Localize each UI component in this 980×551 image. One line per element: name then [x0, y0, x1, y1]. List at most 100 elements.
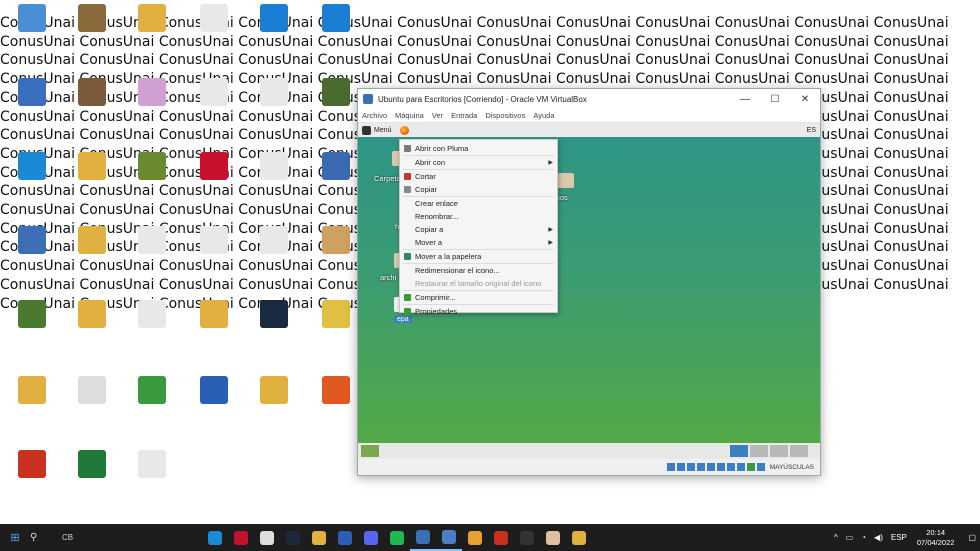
- context-menu-item[interactable]: Renombrar...: [400, 210, 557, 223]
- menu-maquina[interactable]: Máquina: [395, 111, 424, 120]
- desktop-shortcut[interactable]: [244, 300, 304, 356]
- shared-folders-icon[interactable]: [716, 463, 725, 471]
- desktop-shortcut[interactable]: [2, 226, 62, 282]
- spotify-icon[interactable]: [384, 524, 410, 551]
- close-button[interactable]: ✕: [790, 94, 820, 105]
- context-menu-item[interactable]: Propiedades: [400, 305, 557, 318]
- desktop-shortcut[interactable]: [62, 300, 122, 356]
- context-menu-item[interactable]: Crear enlace: [400, 197, 557, 210]
- display-icon[interactable]: [726, 463, 735, 471]
- desktop-shortcut[interactable]: [2, 300, 62, 356]
- workspace-1[interactable]: [730, 445, 748, 457]
- notifications-icon[interactable]: ▢: [968, 533, 976, 542]
- desktop-shortcut[interactable]: [184, 152, 244, 208]
- unity-icon[interactable]: [254, 524, 280, 551]
- desktop-shortcut[interactable]: [122, 450, 182, 506]
- context-menu-item[interactable]: Redimensionar el icono...: [400, 264, 557, 277]
- menu-entrada[interactable]: Entrada: [451, 111, 477, 120]
- desktop-shortcut[interactable]: [2, 4, 62, 60]
- context-menu-item[interactable]: Cortar: [400, 170, 557, 183]
- context-menu-item[interactable]: Mover a ▶: [400, 236, 557, 249]
- hard-disk-icon[interactable]: [666, 463, 675, 471]
- context-menu-item[interactable]: Comprimir...: [400, 291, 557, 304]
- menu-archivo[interactable]: Archivo: [362, 111, 387, 120]
- desktop-shortcut[interactable]: [122, 226, 182, 282]
- start-button[interactable]: ⊞: [0, 524, 30, 551]
- menu-ver[interactable]: Ver: [432, 111, 443, 120]
- mouse-integration-icon[interactable]: [756, 463, 765, 471]
- clock[interactable]: 20:14 07/04/2022: [917, 528, 955, 548]
- desktop-shortcut[interactable]: [244, 4, 304, 60]
- desktop-shortcut[interactable]: [62, 450, 122, 506]
- edge-icon[interactable]: [202, 524, 228, 551]
- usb-icon[interactable]: [706, 463, 715, 471]
- recording-icon[interactable]: [736, 463, 745, 471]
- desktop-shortcut[interactable]: [306, 4, 366, 60]
- network-icon[interactable]: [696, 463, 705, 471]
- desktop-shortcut[interactable]: [62, 152, 122, 208]
- desktop-shortcut[interactable]: [244, 78, 304, 134]
- guest-additions-icon[interactable]: [746, 463, 755, 471]
- battery-icon[interactable]: ▭: [846, 533, 854, 542]
- minimize-button[interactable]: —: [730, 94, 760, 105]
- folder-icon[interactable]: [556, 173, 574, 188]
- desktop-shortcut[interactable]: [244, 376, 304, 432]
- desktop-shortcut[interactable]: [122, 300, 182, 356]
- network-icon[interactable]: ◔: [861, 533, 866, 542]
- virtualbox-icon[interactable]: [410, 524, 436, 551]
- guest-icon-label-archi[interactable]: archi: [380, 273, 396, 282]
- window-titlebar[interactable]: Ubuntu para Escritorios [Corriendo] - Or…: [358, 89, 820, 109]
- desktop-shortcut[interactable]: [184, 376, 244, 432]
- opera-icon[interactable]: [228, 524, 254, 551]
- desktop-shortcut[interactable]: [2, 78, 62, 134]
- desktop-shortcut[interactable]: [184, 300, 244, 356]
- desktop-shortcut[interactable]: [62, 376, 122, 432]
- menu-dispositivos[interactable]: Dispositivos: [485, 111, 525, 120]
- steam-icon[interactable]: [280, 524, 306, 551]
- anime-app-icon[interactable]: [540, 524, 566, 551]
- language-indicator[interactable]: ESP: [891, 533, 907, 542]
- search-box-text[interactable]: CB: [62, 533, 202, 542]
- desktop-shortcut[interactable]: [244, 226, 304, 282]
- menu-ayuda[interactable]: Ayuda: [533, 111, 554, 120]
- desktop-shortcut[interactable]: [2, 450, 62, 506]
- tools-icon[interactable]: [566, 524, 592, 551]
- desktop-shortcut[interactable]: [184, 78, 244, 134]
- firefox-icon[interactable]: [399, 125, 409, 135]
- workspace-3[interactable]: [770, 445, 788, 457]
- context-menu-item[interactable]: Mover a la papelera: [400, 250, 557, 263]
- show-hidden-icons-chevron[interactable]: ^: [834, 533, 838, 542]
- file-explorer-icon[interactable]: [306, 524, 332, 551]
- workspace-2[interactable]: [750, 445, 768, 457]
- guest-menu-button[interactable]: Menú: [374, 127, 392, 134]
- desktop-shortcut[interactable]: [122, 4, 182, 60]
- keyboard-layout-indicator[interactable]: ES: [807, 127, 816, 134]
- chrome-icon[interactable]: [462, 524, 488, 551]
- desktop-shortcut[interactable]: [62, 78, 122, 134]
- desktop-shortcut[interactable]: [2, 152, 62, 208]
- game-icon[interactable]: [488, 524, 514, 551]
- optical-drive-icon[interactable]: [676, 463, 685, 471]
- volume-icon[interactable]: ◀): [874, 533, 883, 542]
- context-menu-item[interactable]: Copiar: [400, 183, 557, 196]
- search-icon[interactable]: ⚲: [30, 524, 62, 551]
- workspace-4[interactable]: [790, 445, 808, 457]
- desktop-shortcut[interactable]: [244, 152, 304, 208]
- mate-menu-icon[interactable]: [362, 125, 371, 135]
- epic-games-icon[interactable]: [514, 524, 540, 551]
- word-icon[interactable]: [332, 524, 358, 551]
- desktop-shortcut[interactable]: [122, 78, 182, 134]
- audio-icon[interactable]: [686, 463, 695, 471]
- desktop-shortcut[interactable]: [122, 376, 182, 432]
- context-menu-item[interactable]: Copiar a ▶: [400, 223, 557, 236]
- virtualbox-manager-icon[interactable]: [436, 524, 462, 551]
- discord-icon[interactable]: [358, 524, 384, 551]
- desktop-shortcut[interactable]: [62, 226, 122, 282]
- context-menu-item[interactable]: Abrir con ▶: [400, 156, 557, 169]
- desktop-shortcut[interactable]: [122, 152, 182, 208]
- desktop-shortcut[interactable]: [62, 4, 122, 60]
- desktop-shortcut[interactable]: [2, 376, 62, 432]
- maximize-button[interactable]: ☐: [760, 94, 790, 105]
- show-desktop-icon[interactable]: [361, 445, 379, 457]
- desktop-shortcut[interactable]: [184, 226, 244, 282]
